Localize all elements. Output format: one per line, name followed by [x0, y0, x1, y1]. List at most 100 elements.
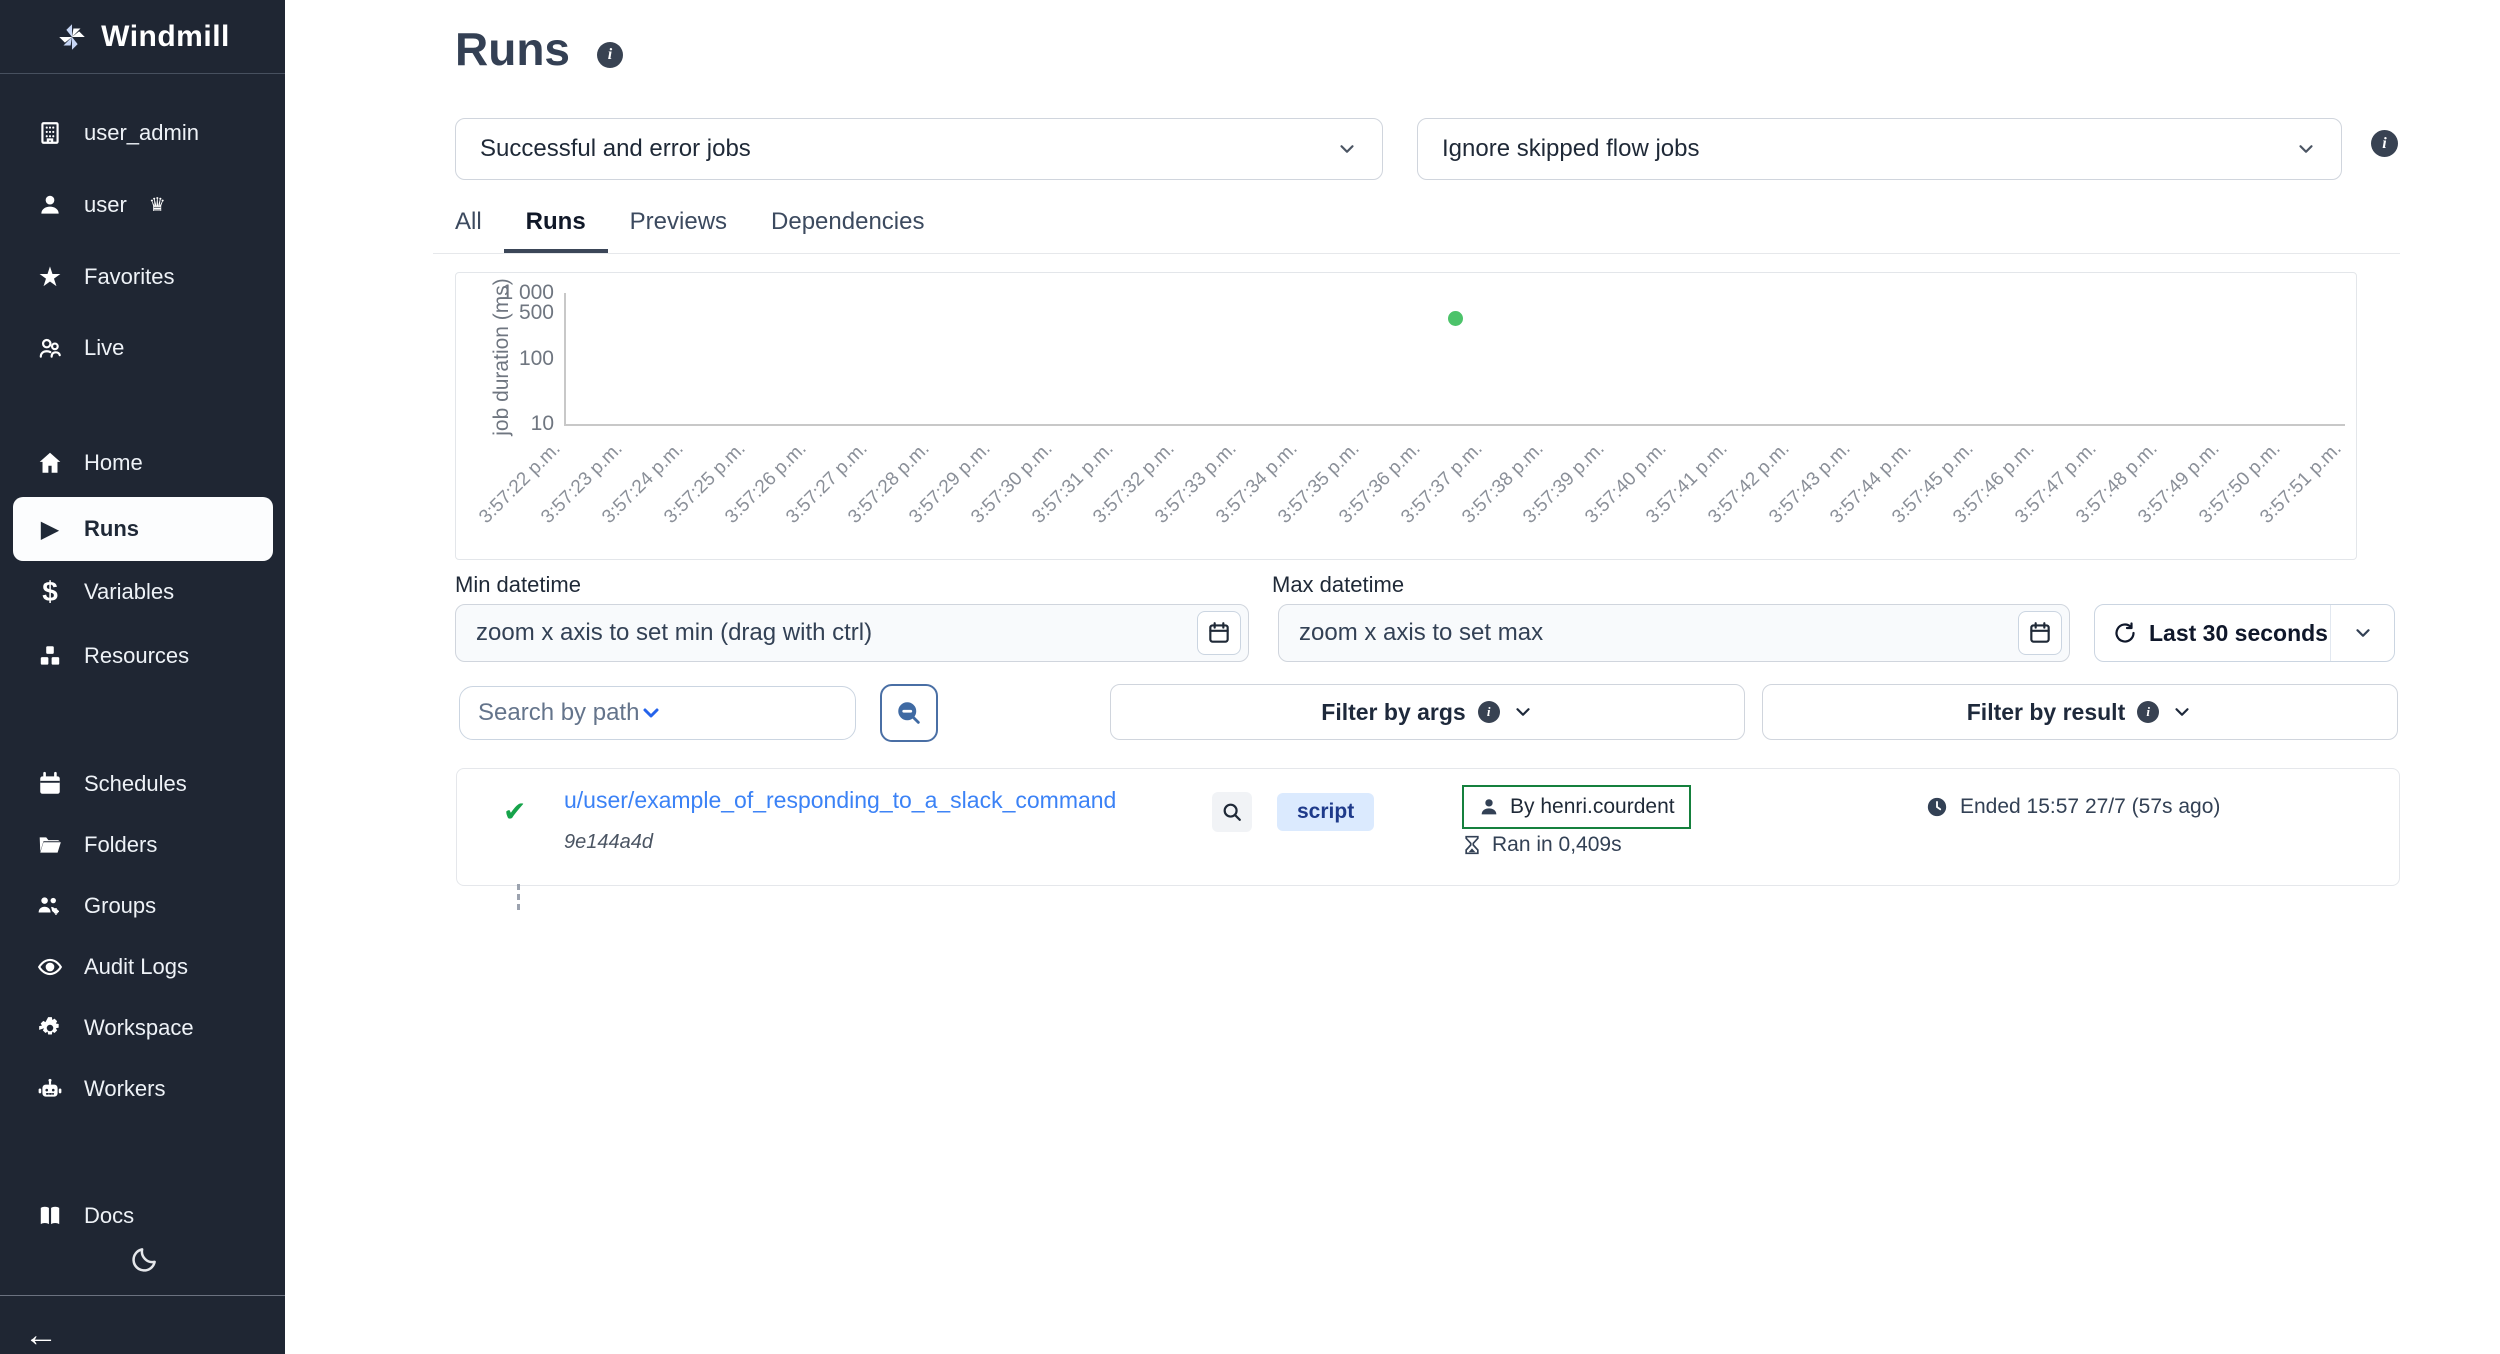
eye-icon — [36, 953, 64, 981]
job-data-point[interactable] — [1448, 311, 1463, 326]
zoom-out-search-button[interactable] — [880, 684, 938, 742]
robot-icon — [36, 1075, 64, 1103]
y-tick-label: 10 — [484, 412, 554, 436]
job-duration-chart[interactable]: job duration (ms) 1 000500100103:57:22 p… — [455, 272, 2357, 560]
main-content: Runs i Successful and error jobs Ignore … — [285, 0, 2500, 1354]
search-by-path-select[interactable]: Search by path — [459, 686, 856, 740]
gear-icon — [36, 1014, 64, 1042]
sidebar-item-label: Groups — [84, 893, 156, 919]
min-datetime-calendar-button[interactable] — [1197, 611, 1241, 655]
sidebar-item-runs[interactable]: ▶ Runs — [13, 497, 273, 561]
sidebar-item-label: Runs — [84, 516, 139, 542]
play-icon: ▶ — [36, 515, 64, 543]
moon-icon — [129, 1245, 159, 1275]
crown-icon: ♛ — [149, 194, 166, 217]
refresh-icon — [2113, 621, 2137, 645]
run-author-label: By henri.courdent — [1510, 795, 1675, 819]
max-datetime-calendar-button[interactable] — [2018, 611, 2062, 655]
filter-by-args-label: Filter by args — [1321, 699, 1465, 726]
sidebar-item-label: user_admin — [84, 120, 199, 146]
max-datetime-label: Max datetime — [1272, 572, 1404, 598]
runs-kind-tabs: All Runs Previews Dependencies — [433, 194, 2400, 254]
run-ended: Ended 15:57 27/7 (57s ago) — [1926, 795, 2220, 819]
run-duration-label: Ran in 0,409s — [1492, 833, 1622, 857]
run-path-link[interactable]: u/user/example_of_responding_to_a_slack_… — [564, 787, 1116, 814]
max-datetime-input[interactable] — [1278, 604, 2070, 662]
search-minus-icon — [895, 699, 923, 727]
sidebar-item-audit-logs[interactable]: Audit Logs — [0, 943, 285, 991]
sidebar-item-variables[interactable]: $ Variables — [0, 568, 285, 616]
clock-icon — [1926, 796, 1948, 818]
sidebar-item-label: Variables — [84, 579, 174, 605]
chevron-down-icon — [2295, 138, 2317, 160]
sidebar-item-groups[interactable]: Groups — [0, 882, 285, 930]
book-icon — [36, 1202, 64, 1230]
calendar-icon — [2027, 620, 2053, 646]
tab-dependencies[interactable]: Dependencies — [749, 194, 946, 253]
filter-by-args-button[interactable]: Filter by args i — [1110, 684, 1745, 740]
timeline-marker — [517, 884, 520, 910]
filter-by-result-button[interactable]: Filter by result i — [1762, 684, 2398, 740]
min-datetime-label: Min datetime — [455, 572, 581, 598]
building-icon — [36, 119, 64, 147]
inspect-run-button[interactable] — [1212, 792, 1252, 832]
sidebar-item-user[interactable]: user ♛ — [0, 181, 285, 229]
max-datetime-field — [1278, 604, 2070, 662]
args-info-icon: i — [1478, 701, 1500, 723]
arrow-left-icon: ← — [24, 1316, 58, 1354]
chevron-down-icon — [2171, 701, 2193, 723]
hourglass-icon — [1462, 835, 1482, 855]
skipped-flow-select[interactable]: Ignore skipped flow jobs — [1417, 118, 2342, 180]
run-duration: Ran in 0,409s — [1462, 833, 1622, 857]
min-datetime-field — [455, 604, 1249, 662]
sidebar-item-workspace[interactable]: user_admin — [0, 109, 285, 157]
page-title: Runs — [455, 22, 570, 76]
sidebar-item-live[interactable]: Live — [0, 324, 285, 372]
run-row[interactable]: ✔ u/user/example_of_responding_to_a_slac… — [456, 768, 2400, 886]
folder-icon — [36, 831, 64, 859]
success-check-icon: ✔ — [503, 795, 526, 828]
runs-info-icon[interactable]: i — [597, 42, 623, 68]
sidebar-footer-divider — [0, 1295, 285, 1296]
tab-previews[interactable]: Previews — [608, 194, 749, 253]
app-logo-text: Windmill — [101, 20, 230, 54]
min-datetime-input[interactable] — [455, 604, 1249, 662]
sidebar-item-workspace-settings[interactable]: Workspace — [0, 1004, 285, 1052]
y-axis-line — [564, 293, 566, 424]
chevron-down-icon — [1336, 138, 1358, 160]
sidebar-item-label: Resources — [84, 643, 189, 669]
sidebar-item-label: Workspace — [84, 1015, 194, 1041]
calendar-icon — [1206, 620, 1232, 646]
app-logo[interactable]: Windmill — [0, 0, 285, 74]
chevron-down-icon — [2352, 622, 2374, 644]
sidebar-item-label: Workers — [84, 1076, 166, 1102]
sidebar-item-folders[interactable]: Folders — [0, 821, 285, 869]
sidebar-item-label: Favorites — [84, 264, 174, 290]
sidebar-item-home[interactable]: Home — [0, 439, 285, 487]
groups-icon — [36, 892, 64, 920]
dollar-icon: $ — [36, 578, 64, 606]
cubes-icon — [36, 642, 64, 670]
tab-runs[interactable]: Runs — [504, 194, 608, 253]
job-status-select[interactable]: Successful and error jobs — [455, 118, 1383, 180]
home-icon — [36, 449, 64, 477]
collapse-sidebar-button[interactable]: ← — [24, 1318, 64, 1354]
time-range-main[interactable]: Last 30 seconds — [2095, 605, 2330, 661]
sidebar-item-schedules[interactable]: Schedules — [0, 760, 285, 808]
dark-mode-toggle[interactable] — [122, 1238, 166, 1282]
sidebar-item-label: Folders — [84, 832, 157, 858]
filter-by-result-label: Filter by result — [1967, 699, 2125, 726]
time-range-dropdown[interactable] — [2330, 605, 2394, 661]
sidebar-item-resources[interactable]: Resources — [0, 632, 285, 680]
windmill-app: Windmill user_admin user ♛ — [0, 0, 2500, 1354]
tab-all[interactable]: All — [433, 194, 504, 253]
sidebar-item-workers[interactable]: Workers — [0, 1065, 285, 1113]
sidebar-item-favorites[interactable]: ★ Favorites — [0, 253, 285, 301]
filters-info-icon[interactable]: i — [2371, 130, 2398, 157]
run-id: 9e144a4d — [564, 831, 653, 854]
time-range-button[interactable]: Last 30 seconds — [2094, 604, 2395, 662]
run-author-badge[interactable]: By henri.courdent — [1462, 785, 1691, 829]
time-range-label: Last 30 seconds — [2149, 620, 2328, 647]
sidebar-item-docs[interactable]: Docs — [0, 1192, 285, 1240]
sidebar-item-label: Live — [84, 335, 124, 361]
